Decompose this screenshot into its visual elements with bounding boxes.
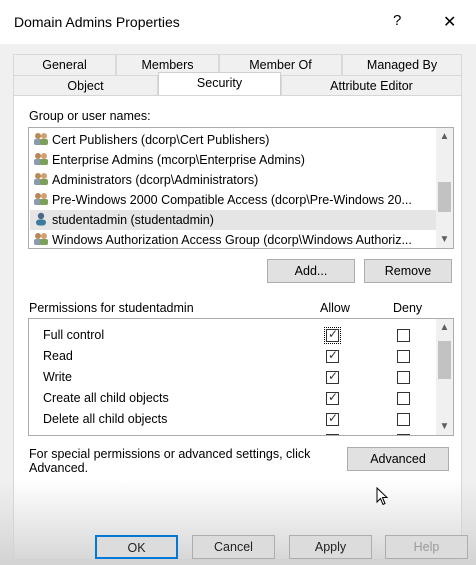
tab-security[interactable]: Security [158, 72, 281, 96]
title-bar: Domain Admins Properties ? ✕ [0, 0, 476, 44]
deny-checkbox[interactable] [397, 392, 410, 405]
tab-object[interactable]: Object [13, 75, 158, 96]
list-item-label: Administrators (dcorp\Administrators) [52, 173, 259, 187]
permission-row: Delete all child objects [43, 409, 167, 429]
deny-header: Deny [393, 301, 423, 315]
checkmark-icon: ✓ [328, 369, 339, 383]
list-item-label: Cert Publishers (dcorp\Cert Publishers) [52, 133, 270, 147]
permission-label: Read [43, 349, 73, 363]
group-user-list[interactable]: Cert Publishers (dcorp\Cert Publishers) … [28, 127, 454, 249]
tab-managed-by[interactable]: Managed By [342, 54, 462, 75]
list-item-label: Enterprise Admins (mcorp\Enterprise Admi… [52, 153, 305, 167]
allow-header: Allow [320, 301, 350, 315]
deny-checkbox[interactable] [397, 413, 410, 426]
allow-checkbox[interactable]: ✓ [324, 327, 341, 344]
scroll-up-icon[interactable]: ▲ [436, 128, 453, 145]
tab-label: General [42, 58, 87, 72]
deny-checkbox[interactable] [397, 350, 410, 363]
tab-label: Managed By [366, 58, 438, 72]
allow-checkbox[interactable]: ✓ [326, 411, 339, 426]
checkmark-icon: ✓ [328, 348, 339, 362]
group-icon [34, 133, 48, 145]
permission-row: Full control [43, 325, 104, 345]
group-icon [34, 233, 48, 245]
list-item-label: Pre-Windows 2000 Compatible Access (dcor… [52, 193, 412, 207]
window-title: Domain Admins Properties [14, 14, 180, 30]
advanced-note: For special permissions or advanced sett… [29, 447, 311, 475]
list-item-label: studentadmin (studentadmin) [52, 213, 214, 227]
group-icon [34, 173, 48, 185]
scroll-down-icon[interactable]: ▼ [436, 231, 453, 248]
cancel-button[interactable]: Cancel [192, 535, 275, 559]
tab-general[interactable]: General [13, 54, 116, 75]
allow-checkbox[interactable]: ✓ [326, 369, 339, 384]
list-item-label: Windows Authorization Access Group (dcor… [52, 233, 412, 247]
checkmark-icon: ✓ [328, 390, 339, 404]
advanced-button[interactable]: Advanced [347, 447, 449, 471]
list-item[interactable]: Pre-Windows 2000 Compatible Access (dcor… [33, 190, 412, 210]
tab-label: Members [141, 58, 194, 72]
permissions-label: Permissions for studentadmin [29, 301, 194, 315]
list-item[interactable]: Enterprise Admins (mcorp\Enterprise Admi… [33, 150, 305, 170]
ok-button[interactable]: OK [95, 535, 178, 559]
remove-button[interactable]: Remove [364, 259, 452, 283]
scroll-down-icon[interactable]: ▼ [436, 418, 453, 435]
help-button[interactable]: Help [385, 535, 468, 559]
checkmark-icon: ✓ [328, 327, 339, 341]
list-item-selected[interactable]: studentadmin (studentadmin) [30, 210, 436, 230]
permissions-list: Full control Read Write Create all child… [28, 318, 454, 436]
groups-label: Group or user names: [29, 109, 151, 123]
user-icon [36, 212, 46, 226]
deny-checkbox[interactable] [397, 329, 410, 342]
tab-label: Security [196, 76, 243, 90]
group-icon [34, 153, 48, 165]
checkmark-icon: ✓ [328, 411, 339, 425]
scroll-up-icon[interactable]: ▲ [436, 319, 453, 336]
permission-label: Create all child objects [43, 391, 169, 405]
tab-label: Object [67, 79, 104, 93]
tab-label: Attribute Editor [330, 79, 413, 93]
permission-row: Create all child objects [43, 388, 169, 408]
tab-label: Member Of [249, 58, 312, 72]
allow-checkbox[interactable]: ✓ [326, 390, 339, 405]
permission-row: Read [43, 346, 73, 366]
permission-row: Write [43, 367, 72, 387]
permission-label: Delete all child objects [43, 412, 168, 426]
deny-checkbox[interactable] [397, 434, 410, 435]
list-item[interactable]: Cert Publishers (dcorp\Cert Publishers) [33, 130, 269, 150]
close-icon[interactable]: ✕ [443, 12, 456, 32]
allow-checkbox[interactable] [326, 434, 339, 435]
list-item[interactable]: Administrators (dcorp\Administrators) [33, 170, 258, 190]
scroll-thumb[interactable] [438, 341, 451, 379]
mouse-cursor-icon [376, 487, 389, 506]
deny-checkbox[interactable] [397, 371, 410, 384]
list-item[interactable]: Windows Authorization Access Group (dcor… [33, 230, 412, 248]
group-icon [34, 193, 48, 205]
permission-label: Write [43, 370, 72, 384]
scroll-thumb[interactable] [438, 182, 451, 212]
permissions-scrollbar[interactable]: ▲ ▼ [436, 319, 453, 435]
tab-attribute-editor[interactable]: Attribute Editor [281, 75, 462, 96]
apply-button[interactable]: Apply [289, 535, 372, 559]
help-icon[interactable]: ? [393, 12, 401, 29]
groups-scrollbar[interactable]: ▲ ▼ [436, 128, 453, 248]
add-button[interactable]: Add... [267, 259, 355, 283]
allow-checkbox[interactable]: ✓ [326, 348, 339, 363]
permission-label: Full control [43, 328, 105, 342]
